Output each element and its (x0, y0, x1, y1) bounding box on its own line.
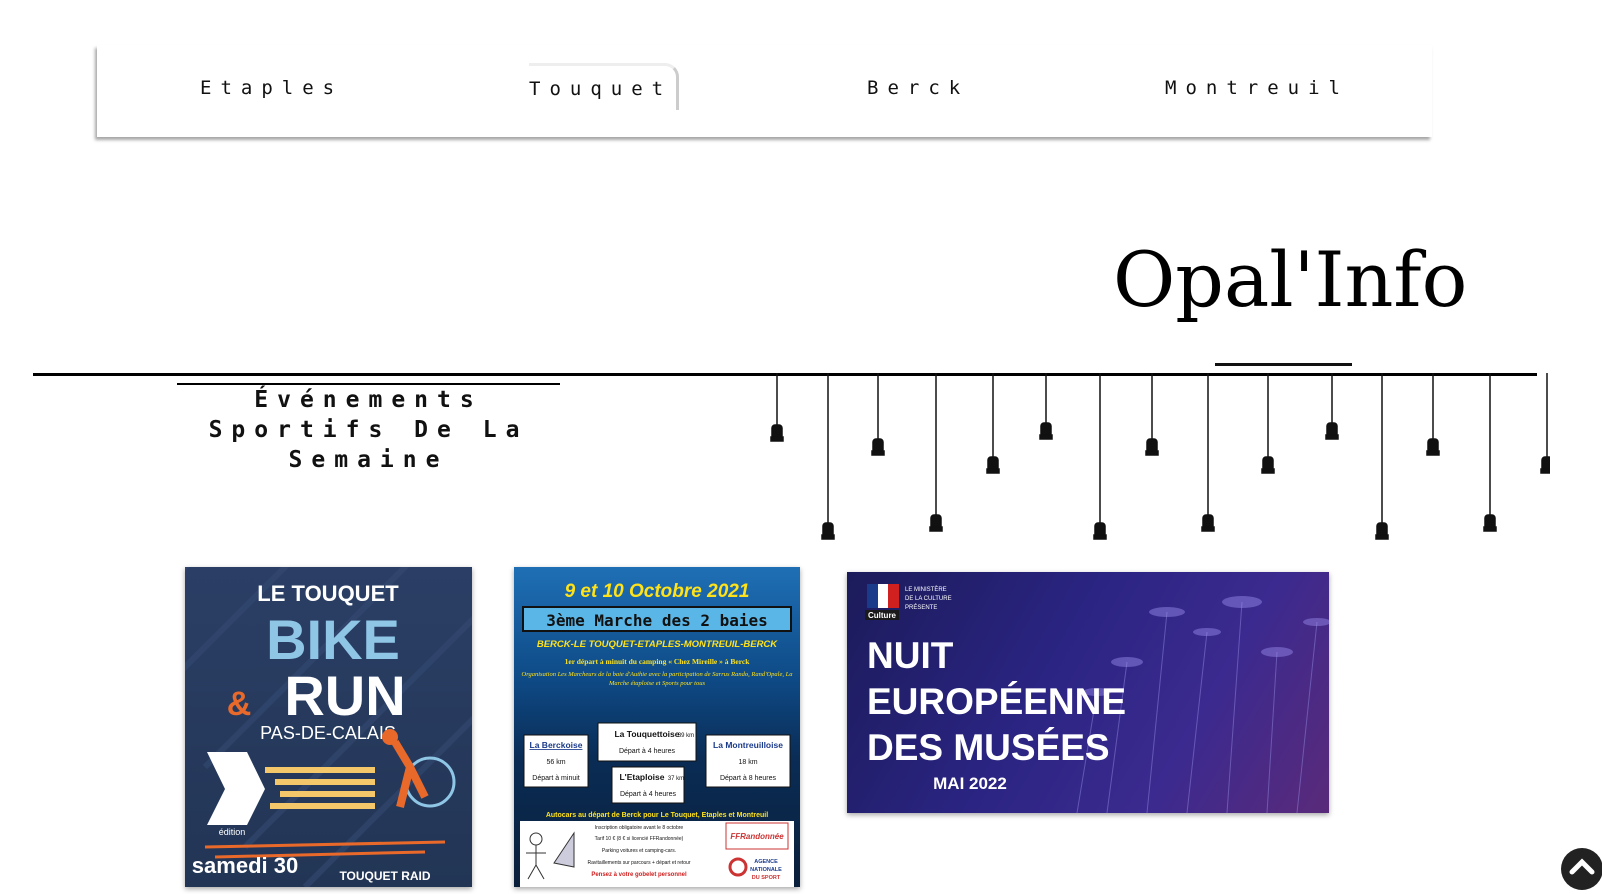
lamp-icon (1540, 373, 1550, 474)
route-km: 18 km (738, 759, 757, 766)
ministry-line-1: LE MINISTÈRE (905, 586, 947, 593)
section-title: Événements Sportifs De La Semaine (208, 387, 529, 473)
marche-poster: 9 et 10 Octobre 2021 3ème Marche des 2 b… (520, 581, 794, 887)
chevron-up-icon (1569, 858, 1595, 875)
scroll-top-button[interactable] (1561, 848, 1602, 890)
marche-org: Organisation Les Marcheurs de la baie d'… (521, 671, 793, 687)
route-box-montreuilloise: La Montreuilloise 18 km Départ à 8 heure… (705, 734, 791, 788)
bike-run-poster: LE TOUQUET BIKE & RUN PAS-DE-CALAIS 26 è… (185, 567, 472, 887)
bike-run-edition-word: édition (219, 827, 246, 837)
lamp-icon (1145, 373, 1159, 456)
main-nav: Etaples Touquet Berck Montreuil (97, 45, 1432, 137)
ans-logo-2: NATIONALE (750, 867, 782, 873)
musees-date: MAI 2022 (933, 774, 1007, 793)
event-card-bike-run[interactable]: LE TOUQUET BIKE & RUN PAS-DE-CALAIS 26 è… (185, 567, 472, 887)
lamp-icon (1039, 373, 1053, 440)
route-name: La Berckoise (530, 740, 583, 750)
bike-run-date: samedi 30 (192, 853, 298, 878)
nav-item-montreuil[interactable]: Montreuil (1165, 77, 1349, 99)
musees-title-3: DES MUSÉES (867, 727, 1110, 768)
marche-info-5: Pensez à votre gobelet personnel (591, 872, 687, 878)
route-box-berckoise: La Berckoise 56 km Départ à minuit (523, 734, 589, 788)
route-box-etaploise: L'Etaploise 37 km Départ à 4 heures (611, 766, 685, 804)
route-name: La Montreuilloise (713, 740, 783, 750)
route-km: 37 km (668, 776, 684, 782)
bike-run-edition-sup: ème (234, 815, 246, 821)
hanging-lamps-decoration (770, 373, 1550, 540)
nav-item-etaples[interactable]: Etaples (200, 77, 343, 99)
marche-info-3: Parking voitures et camping-cars. (602, 848, 676, 854)
bike-run-title-2: RUN (284, 664, 405, 727)
route-departure: Départ à 8 heures (720, 775, 777, 782)
route-name: La Touquettoise (614, 729, 679, 739)
bike-run-region: PAS-DE-CALAIS (260, 723, 396, 743)
lamp-icon (770, 373, 784, 442)
ffrandonnee-logo: FFRandonnée (730, 832, 784, 841)
lamp-icon (1201, 373, 1215, 532)
lamp-icon (1325, 373, 1339, 440)
nav-item-berck[interactable]: Berck (867, 77, 969, 99)
lamp-icon (1426, 373, 1440, 456)
marche-info-1: Inscription obligatoire avant le 8 octob… (595, 825, 684, 831)
route-km: 39 km (678, 733, 694, 739)
bike-run-title-1: BIKE (266, 608, 400, 671)
nav-item-touquet[interactable]: Touquet (529, 63, 680, 110)
lamp-icon (1093, 373, 1107, 540)
route-name: L'Etaploise (619, 772, 664, 782)
bike-run-amp: & (227, 685, 252, 723)
culture-label: Culture (868, 611, 897, 620)
marche-info-4: Ravitaillements sur parcours + départ et… (588, 860, 691, 866)
ministry-line-3: PRÉSENTE (905, 604, 937, 611)
lamp-icon (821, 373, 835, 540)
marche-dates: 9 et 10 Octobre 2021 (565, 581, 750, 602)
marche-route: BERCK-LE TOUQUET-ETAPLES-MONTREUIL-BERCK (537, 639, 778, 650)
event-card-marche[interactable]: 9 et 10 Octobre 2021 3ème Marche des 2 b… (514, 567, 800, 887)
route-departure: Départ à minuit (532, 775, 580, 782)
musees-title-1: NUIT (867, 635, 954, 676)
bike-run-place: LE TOUQUET (257, 581, 399, 606)
lamp-icon (1483, 373, 1497, 532)
lamp-icon (871, 373, 885, 456)
route-departure: Départ à 4 heures (619, 748, 676, 755)
title-underline (1215, 363, 1352, 366)
marche-bus: Autocars au départ de Berck pour Le Touq… (546, 812, 768, 819)
ministry-line-2: DE LA CULTURE (905, 596, 952, 602)
bike-run-sponsor: TOUQUET RAID (339, 869, 430, 883)
speed-arrows (204, 729, 456, 859)
marche-title: 3ème Marche des 2 baies (546, 611, 768, 630)
lamp-icon (986, 373, 1000, 474)
musees-poster: Culture LE MINISTÈRE DE LA CULTURE PRÉSE… (865, 584, 1329, 813)
marche-info-2: Tarif 10 € (8 € si licencié FFRandonnée) (595, 836, 684, 842)
route-km: 56 km (546, 759, 565, 766)
lamp-icon (929, 373, 943, 532)
lamp-icon (1375, 373, 1389, 540)
site-title: Opal'Info (1113, 235, 1468, 324)
lamp-icon (1261, 373, 1275, 474)
route-departure: Départ à 4 heures (620, 791, 677, 798)
musees-title-2: EUROPÉENNE (867, 681, 1126, 722)
route-box-touquettoise: La Touquettoise 39 km Départ à 4 heures (597, 722, 697, 762)
ans-logo-1: AGENCE (754, 859, 778, 865)
marche-start: 1er départ à minuit du camping « Chez Mi… (565, 657, 751, 666)
event-card-musees[interactable]: Culture LE MINISTÈRE DE LA CULTURE PRÉSE… (847, 572, 1329, 813)
ans-logo-3: DU SPORT (752, 875, 781, 881)
bike-run-edition-num: 26 (217, 814, 229, 826)
